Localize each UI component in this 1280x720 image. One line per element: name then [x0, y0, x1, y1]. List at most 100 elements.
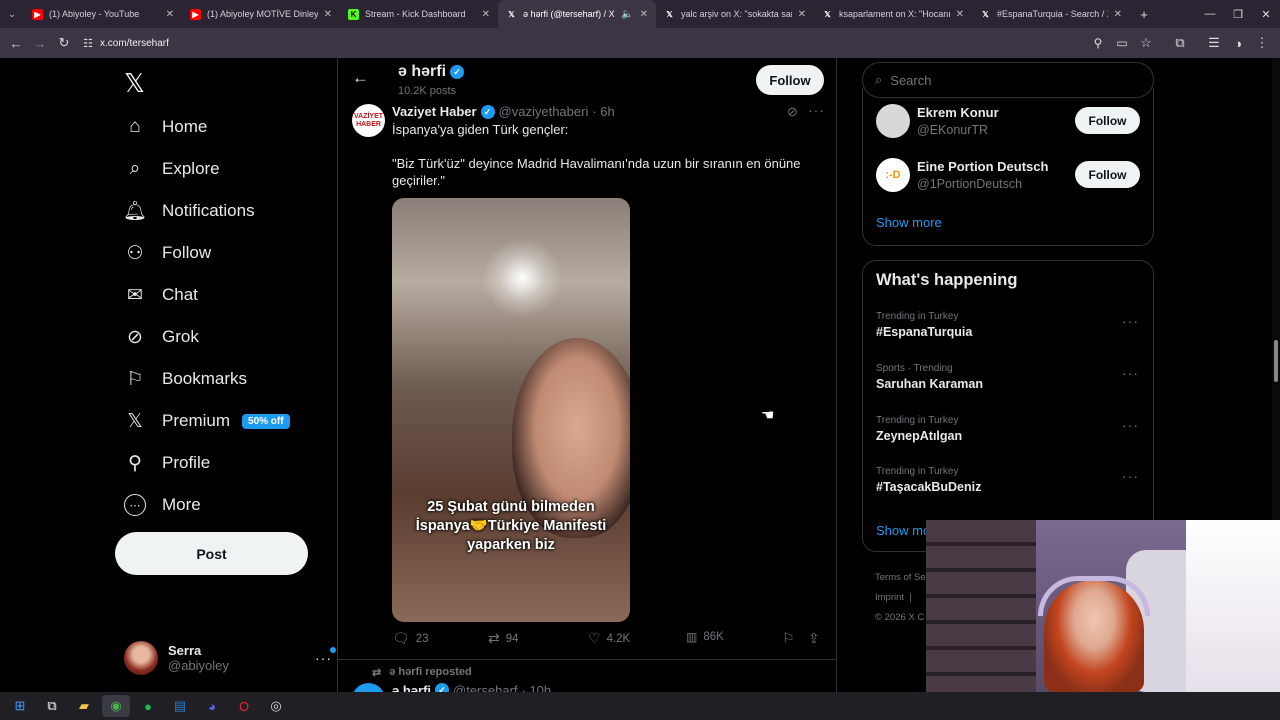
sidebar-item-premium[interactable]: 𝕏 Premium 50% off [124, 410, 290, 432]
obs-icon[interactable]: ◎ [262, 695, 290, 717]
reply-button[interactable]: 🗨︎ 23 [392, 630, 429, 647]
task-view-icon[interactable]: ⧉ [38, 695, 66, 717]
grok-icon[interactable]: ⊘ [787, 104, 798, 120]
suggested-user[interactable]: Ekrem Konur @EKonurTR Follow [876, 104, 1154, 140]
browser-tab-x-4[interactable]: 𝕏 #EspanaTurquia - Search / X ✕ [972, 0, 1130, 28]
url-field[interactable]: x.com/terseharf [100, 38, 169, 49]
tweet[interactable]: VAZİYET HABER Vaziyet Haber ✓ @vaziyetha… [338, 102, 836, 660]
sidebar-item-follow[interactable]: ⚇ Follow [124, 242, 211, 264]
account-switcher[interactable]: Serra @abiyoley ··· [124, 638, 336, 678]
browser-tab-youtube-1[interactable]: ▶ (1) Abiyoley - YouTube ✕ [24, 0, 182, 28]
avatar [876, 104, 910, 138]
close-icon[interactable]: ✕ [1114, 9, 1122, 20]
close-icon[interactable]: ✕ [798, 9, 806, 20]
zoom-icon[interactable]: ⚲ [1086, 36, 1110, 50]
avatar[interactable]: VAZİYET HABER [352, 104, 385, 137]
like-button[interactable]: ♡ 4.2K [588, 630, 630, 647]
cast-icon[interactable]: ▭ [1110, 36, 1134, 50]
tab-list-icon[interactable]: ⌄ [0, 3, 24, 25]
site-info-icon[interactable]: ☷ [76, 37, 100, 50]
trend-item[interactable]: Trending in Turkey #TaşacakBuDeniz [876, 466, 1141, 494]
kick-icon: K [348, 8, 359, 20]
more-dots-icon[interactable]: ··· [1122, 365, 1139, 381]
post-button[interactable]: Post [115, 532, 308, 575]
close-window-button[interactable]: ✕ [1252, 3, 1280, 25]
reading-list-icon[interactable]: ☰ [1202, 35, 1226, 51]
sidebar-item-chat[interactable]: ✉ Chat [124, 284, 198, 306]
views-button[interactable]: ▥ 86K [686, 630, 724, 644]
close-icon[interactable]: ✕ [956, 9, 964, 20]
forward-icon[interactable]: → [28, 36, 52, 51]
close-icon[interactable]: ✕ [640, 9, 648, 20]
follow-profile-button[interactable]: Follow [756, 65, 824, 95]
minimize-button[interactable]: — [1196, 3, 1224, 25]
opera-icon[interactable]: O [230, 695, 258, 717]
tweet-author[interactable]: Vaziyet Haber [392, 104, 477, 119]
share-icon[interactable]: ⇪ [808, 630, 820, 647]
file-explorer-icon[interactable]: ▰ [70, 695, 98, 717]
close-icon[interactable]: ✕ [324, 9, 332, 20]
bookmark-star-icon[interactable]: ☆ [1134, 35, 1158, 51]
youtube-icon: ▶ [32, 8, 43, 20]
restore-button[interactable]: ❐ [1224, 3, 1252, 25]
sidebar-item-explore[interactable]: ⌕ Explore [124, 158, 220, 180]
sidebar-item-home[interactable]: ⌂ Home [124, 116, 207, 138]
search-icon: ⌕ [129, 158, 141, 179]
word-icon[interactable]: ▤ [166, 695, 194, 717]
suggested-user[interactable]: :-D Eine Portion Deutsch @1PortionDeutsc… [876, 158, 1154, 194]
extensions-icon[interactable]: ⧉ [1168, 35, 1192, 51]
video-caption: 25 Şubat günü bilmeden İspanya🤝Türkiye M… [415, 499, 607, 553]
browser-tab-x-3[interactable]: 𝕏ksaparlament on X: "Hocanın g✕ [814, 0, 972, 28]
reload-icon[interactable]: ↻ [52, 35, 76, 51]
follow-button[interactable]: Follow [1075, 107, 1140, 134]
sidebar-item-grok[interactable]: ⊘ Grok [124, 326, 199, 348]
browser-tab-youtube-2[interactable]: ▶(1) Abiyoley MOTİVE Dinleyip K✕ [182, 0, 340, 28]
windows-start-icon[interactable]: ⊞ [6, 695, 34, 717]
close-icon[interactable]: ✕ [166, 9, 174, 20]
sidebar-item-more[interactable]: ⋯ More [124, 494, 201, 516]
more-dots-icon[interactable]: ··· [1122, 313, 1139, 329]
footer-imprint-link[interactable]: Imprint [875, 592, 904, 603]
scrollbar-thumb[interactable] [1274, 340, 1278, 382]
browser-tab-kick[interactable]: K Stream - Kick Dashboard ✕ [340, 0, 498, 28]
tweet-time[interactable]: · 6h [592, 104, 614, 119]
verified-badge-icon: ✓ [480, 104, 495, 119]
show-more-link[interactable]: Show mo [876, 523, 930, 538]
back-arrow-icon[interactable]: ← [352, 68, 369, 88]
new-tab-button[interactable]: + [1130, 3, 1158, 25]
spotify-icon[interactable]: ● [134, 695, 162, 717]
trend-item[interactable]: Sports · Trending Saruhan Karaman [876, 363, 1141, 391]
avatar[interactable] [352, 683, 385, 692]
footer-terms-link[interactable]: Terms of Se [875, 568, 926, 588]
next-tweet[interactable]: ⇄ ə hərfi reposted ə hərfi ✓ @terseharf ·… [338, 661, 836, 692]
sidebar-item-profile[interactable]: ⚲ Profile [124, 452, 210, 474]
x-logo-icon[interactable]: 𝕏 [124, 68, 145, 99]
back-icon[interactable]: ← [4, 36, 28, 51]
trend-item[interactable]: Trending in Turkey #EspanaTurquia [876, 311, 1141, 339]
sidebar-item-notifications[interactable]: 🔔︎ Notifications [123, 200, 255, 222]
trend-item[interactable]: Trending in Turkey ZeynepAtılgan [876, 415, 1141, 443]
address-bar: ← → ↻ ☷ x.com/terseharf ⚲ ▭ ☆ ⧉ ☰ ◑ ⋮ [0, 28, 1280, 58]
repost-button[interactable]: ⇄ 94 [488, 630, 519, 647]
browser-tab-x-2[interactable]: 𝕏yalc arşiv on X: "sokakta sandal✕ [656, 0, 814, 28]
discord-icon[interactable]: ◕ [198, 695, 226, 717]
browser-menu-icon[interactable]: ⋮ [1250, 35, 1274, 51]
more-dots-icon[interactable]: ··· [315, 647, 336, 666]
profile-icon[interactable]: ◑ [1226, 36, 1250, 51]
sidebar-item-bookmarks[interactable]: ⚐ Bookmarks [124, 368, 247, 390]
tweet-video[interactable]: 25 Şubat günü bilmeden İspanya🤝Türkiye M… [392, 198, 630, 622]
speaker-icon[interactable]: 🔈 [621, 9, 633, 20]
tweet-handle[interactable]: @vaziyethaberi [499, 104, 589, 119]
search-icon: ⌕ [875, 72, 883, 87]
verified-badge-icon: ✓ [450, 65, 465, 79]
show-more-link[interactable]: Show more [876, 215, 942, 230]
more-dots-icon[interactable]: ··· [808, 102, 825, 118]
close-icon[interactable]: ✕ [482, 9, 490, 20]
follow-button[interactable]: Follow [1075, 161, 1140, 188]
browser-tab-bar: ⌄ ▶ (1) Abiyoley - YouTube ✕ ▶ (1) Abiyoley… [0, 0, 1280, 28]
browser-tab-active-x-profile[interactable]: 𝕏ə hərfi (@terseharf) / X 🔈 ✕ [498, 0, 656, 28]
bookmark-icon[interactable]: ⚐ [782, 630, 795, 647]
chrome-icon[interactable]: ◉ [102, 695, 130, 717]
more-dots-icon[interactable]: ··· [1122, 468, 1139, 484]
more-dots-icon[interactable]: ··· [1122, 417, 1139, 433]
